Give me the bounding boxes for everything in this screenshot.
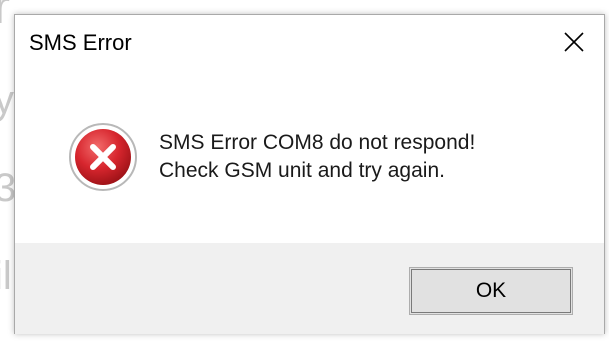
message-line: Check GSM unit and try again. — [159, 159, 445, 182]
message-line: SMS Error COM8 do not respond! — [159, 131, 476, 154]
close-button[interactable] — [554, 23, 594, 61]
sms-error-dialog: SMS Error SMS Error COM8 do not respond!… — [14, 14, 605, 334]
background-text-fragment: il — [0, 254, 12, 298]
background-text-fragment: y — [0, 78, 14, 122]
ok-button[interactable]: OK — [409, 267, 573, 315]
dialog-footer: OK — [15, 243, 604, 334]
background-text-fragment: r — [0, 0, 10, 34]
close-icon — [564, 32, 584, 52]
error-icon — [69, 123, 137, 191]
dialog-titlebar: SMS Error — [15, 15, 604, 69]
dialog-title: SMS Error — [29, 30, 132, 55]
dialog-message: SMS Error COM8 do not respond! Check GSM… — [159, 129, 475, 185]
dialog-content: SMS Error COM8 do not respond! Check GSM… — [15, 69, 604, 243]
